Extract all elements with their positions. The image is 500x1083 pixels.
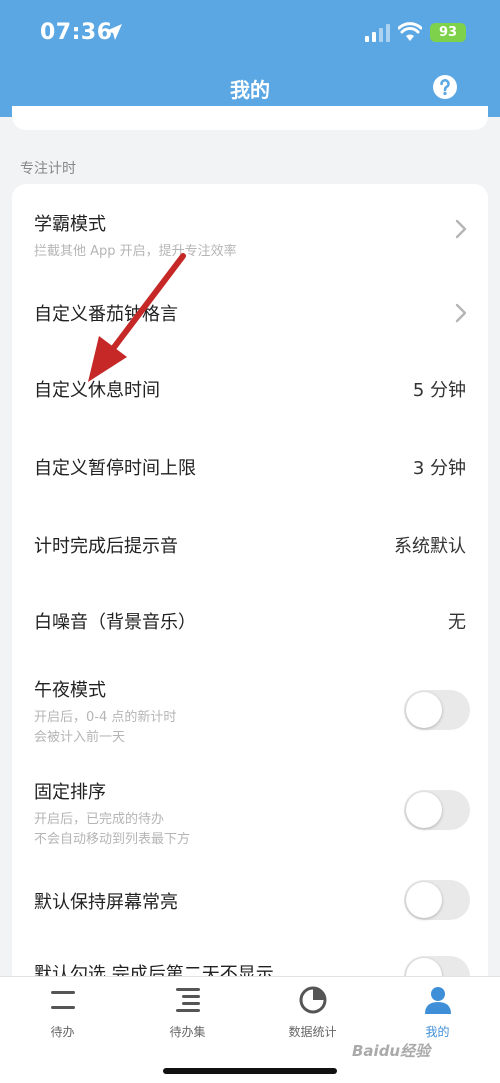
toggle-knob (406, 692, 442, 728)
tab-statistics[interactable]: 数据统计 (250, 977, 375, 1047)
user-icon (425, 987, 451, 1014)
tab-label: 待办集 (169, 1025, 206, 1039)
row-value: 5 分钟 (412, 380, 466, 401)
row-subtitle-line-2: 会被计入前一天 (34, 730, 126, 745)
row-title: 固定排序 (34, 782, 106, 803)
row-keep-screen-on: 默认保持屏幕常亮 (12, 866, 488, 934)
tab-label: 数据统计 (288, 1025, 337, 1039)
row-value: 系统默认 (394, 536, 466, 557)
section-label: 专注计时 (20, 161, 76, 177)
home-indicator (163, 1068, 337, 1074)
fixed-order-toggle[interactable] (404, 790, 470, 830)
row-subtitle-line-1: 开启后，0-4 点的新计时 (34, 710, 177, 725)
row-midnight-mode: 午夜模式 开启后，0-4 点的新计时 会被计入前一天 (12, 660, 488, 760)
tab-label: 我的 (425, 1025, 450, 1039)
page-title: 我的 (230, 78, 270, 102)
list-icon (176, 988, 200, 1012)
row-title: 自定义番茄钟格言 (34, 304, 178, 325)
tab-mine[interactable]: 我的 (375, 977, 500, 1047)
tab-label: 待办 (50, 1025, 75, 1039)
row-pause-limit[interactable]: 自定义暂停时间上限 3 分钟 (12, 428, 488, 506)
row-value: 无 (448, 612, 466, 633)
location-arrow-icon (106, 24, 122, 40)
row-title: 白噪音（背景音乐） (34, 612, 196, 633)
row-subtitle-line-1: 开启后，已完成的待办 (34, 812, 165, 827)
tab-bar: 待办 待办集 数据统计 我的 (0, 976, 500, 1083)
row-subtitle-line-2: 不会自动移动到列表最下方 (34, 832, 191, 847)
row-subtitle: 拦截其他 App 开启，提升专注效率 (34, 244, 237, 259)
row-title: 自定义暂停时间上限 (34, 458, 196, 479)
row-study-mode[interactable]: 学霸模式 拦截其他 App 开启，提升专注效率 (12, 184, 488, 270)
tab-todo[interactable]: 待办 (0, 977, 125, 1047)
row-fixed-order: 固定排序 开启后，已完成的待办 不会自动移动到列表最下方 (12, 760, 488, 866)
help-icon[interactable] (432, 74, 458, 100)
toggle-knob (406, 792, 442, 828)
wifi-icon (398, 22, 422, 41)
toggle-knob (406, 882, 442, 918)
row-title: 学霸模式 (34, 214, 106, 235)
row-title: 自定义休息时间 (34, 380, 160, 401)
row-value: 3 分钟 (412, 458, 466, 479)
midnight-mode-toggle[interactable] (404, 690, 470, 730)
keep-screen-on-toggle[interactable] (404, 880, 470, 920)
row-white-noise[interactable]: 白噪音（背景音乐） 无 (12, 582, 488, 660)
row-title: 午夜模式 (34, 680, 106, 701)
settings-card: 学霸模式 拦截其他 App 开启，提升专注效率 自定义番茄钟格言 自定义休息时间… (12, 184, 488, 1004)
todo-icon (51, 991, 75, 1009)
pie-chart-icon (299, 986, 327, 1014)
chevron-right-icon (455, 219, 467, 239)
cellular-signal-icon (365, 24, 390, 42)
battery-indicator: 93 (430, 23, 466, 42)
row-title: 计时完成后提示音 (34, 536, 178, 557)
chevron-right-icon (455, 303, 467, 323)
previous-card-bottom (12, 106, 488, 130)
row-custom-rest-time[interactable]: 自定义休息时间 5 分钟 (12, 350, 488, 428)
tab-todo-collection[interactable]: 待办集 (125, 977, 250, 1047)
baidu-watermark: Baidu经验 (352, 1042, 431, 1060)
row-title: 默认保持屏幕常亮 (34, 892, 178, 913)
row-custom-motto[interactable]: 自定义番茄钟格言 (12, 274, 488, 350)
top-bar: 07:36 93 我的 (0, 0, 500, 117)
row-finish-sound[interactable]: 计时完成后提示音 系统默认 (12, 506, 488, 582)
status-time: 07:36 (40, 20, 113, 45)
status-bar: 07:36 93 (0, 0, 500, 62)
